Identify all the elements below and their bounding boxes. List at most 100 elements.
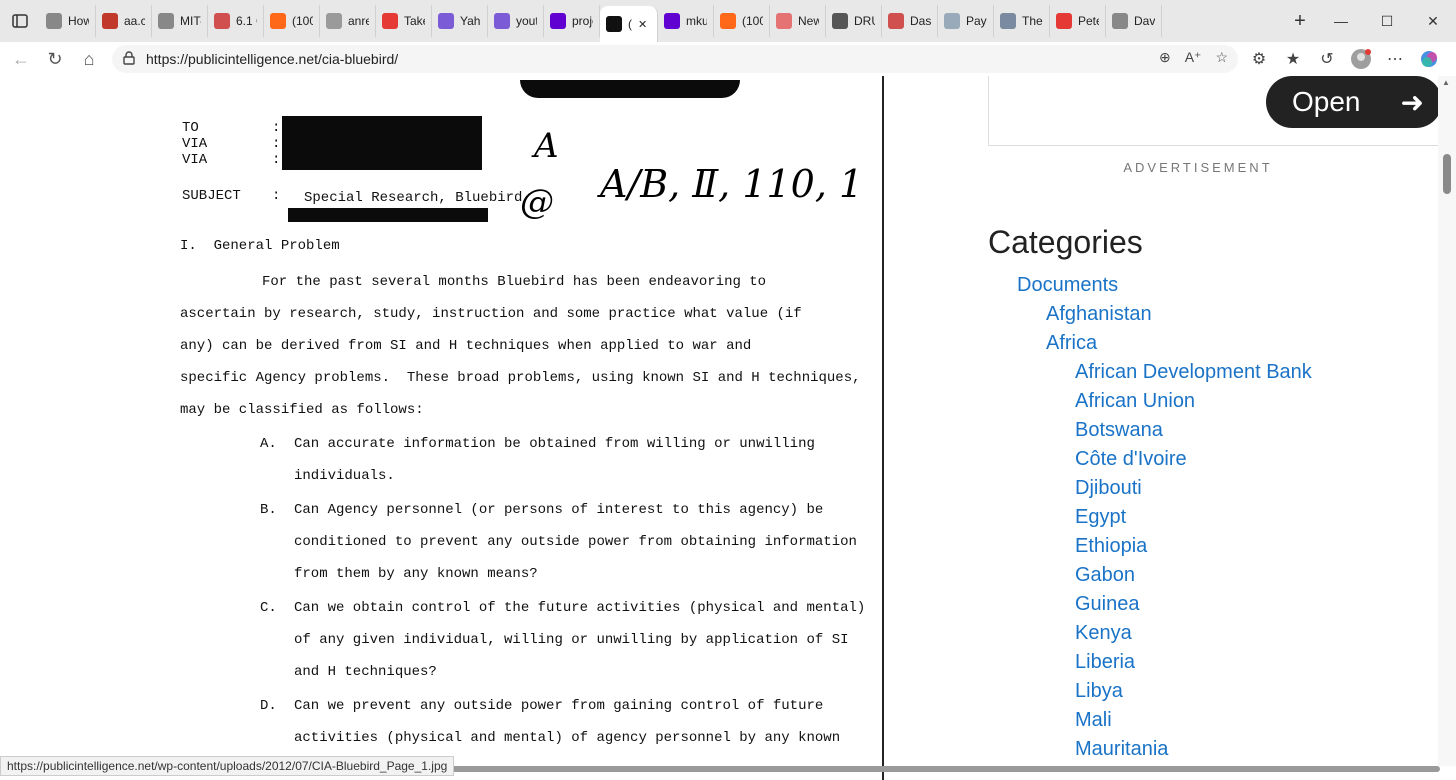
arrow-right-icon: ➜: [1400, 86, 1424, 118]
extensions-icon[interactable]: ⚙: [1246, 44, 1272, 74]
redaction-subject: [288, 208, 488, 222]
tab-5[interactable]: anrec: [320, 5, 376, 37]
tab-label: Take: [404, 14, 425, 28]
category-link[interactable]: Mali: [1075, 709, 1112, 732]
item-line: and H techniques?: [294, 664, 437, 680]
tab-16[interactable]: Payin: [938, 5, 994, 37]
tab-1[interactable]: aa.co: [96, 5, 152, 37]
category-link[interactable]: African Union: [1075, 390, 1195, 413]
pen-icon: [102, 13, 118, 29]
tab-17[interactable]: The G: [994, 5, 1050, 37]
horizontal-scrollbar[interactable]: [440, 766, 1440, 772]
category-link[interactable]: Liberia: [1075, 651, 1135, 674]
drudge-icon: [832, 13, 848, 29]
sidebar: Open ➜ ADVERTISEMENT Categories Document…: [884, 76, 1456, 780]
tab-13[interactable]: News: [770, 5, 826, 37]
category-link[interactable]: Documents: [1017, 274, 1118, 297]
category-link[interactable]: Djibouti: [1075, 477, 1142, 500]
tab-9[interactable]: proje: [544, 5, 600, 37]
category-link[interactable]: Botswana: [1075, 419, 1163, 442]
tab-2[interactable]: MIT-/: [152, 5, 208, 37]
category-link[interactable]: Côte d'Ivoire: [1075, 448, 1187, 471]
refresh-button[interactable]: ↻: [38, 44, 72, 74]
browser-toolbar: ← ↻ ⌂ https://publicintelligence.net/cia…: [0, 42, 1456, 76]
redaction-addressee: [282, 116, 482, 170]
tab-18[interactable]: Peter: [1050, 5, 1106, 37]
category-link[interactable]: African Development Bank: [1075, 361, 1312, 384]
tab-strip: How aa.co MIT-/ 6.1 C (100) anrec Take Yahoo you…: [0, 0, 1456, 42]
tab-label: (100): [292, 14, 313, 28]
tab-label: Yahoo: [460, 14, 481, 28]
handwritten-reference: A/B, Ⅱ, 110, 1: [600, 162, 864, 206]
category-link[interactable]: Africa: [1046, 332, 1097, 355]
copilot-icon[interactable]: [1416, 44, 1442, 74]
tab-label: anrec: [348, 14, 369, 28]
item-letter: D.: [260, 698, 277, 714]
address-actions: ⊕ A⁺ ☆: [1159, 49, 1228, 66]
site-info-icon[interactable]: [122, 50, 136, 68]
ad-open-button[interactable]: Open ➜: [1266, 76, 1442, 128]
read-aloud-icon[interactable]: A⁺: [1185, 49, 1202, 66]
item-line: Can we obtain control of the future acti…: [294, 600, 866, 616]
tab-8[interactable]: youtu: [488, 5, 544, 37]
tab-label: Peter: [1078, 14, 1099, 28]
yahoo-icon: [438, 13, 454, 29]
tab-14[interactable]: DRUD: [826, 5, 882, 37]
vertical-scrollbar[interactable]: ▲: [1438, 76, 1456, 766]
history-icon[interactable]: ↺: [1314, 44, 1340, 74]
minimize-button[interactable]: —: [1318, 0, 1364, 42]
category-link[interactable]: Guinea: [1075, 593, 1140, 616]
tab-list: How aa.co MIT-/ 6.1 C (100) anrec Take Yahoo you…: [40, 0, 1282, 42]
tab-6[interactable]: Take: [376, 5, 432, 37]
category-link[interactable]: Kenya: [1075, 622, 1132, 645]
epsilon-icon: [1112, 13, 1128, 29]
scroll-up-icon[interactable]: ▲: [1442, 78, 1450, 87]
tab-15[interactable]: Dashl: [882, 5, 938, 37]
back-button[interactable]: ←: [4, 44, 38, 74]
tab-19[interactable]: David: [1106, 5, 1162, 37]
address-bar[interactable]: https://publicintelligence.net/cia-blueb…: [112, 45, 1238, 73]
museum-icon: [214, 13, 230, 29]
category-link[interactable]: Gabon: [1075, 564, 1135, 587]
globe-icon: [46, 13, 62, 29]
via-label: VIA: [182, 136, 208, 152]
close-window-button[interactable]: ✕: [1410, 0, 1456, 42]
category-link[interactable]: Egypt: [1075, 506, 1126, 529]
close-tab-icon[interactable]: ✕: [638, 18, 647, 31]
new-tab-button[interactable]: +: [1282, 5, 1318, 37]
section-heading: I. General Problem: [180, 238, 340, 254]
tab-11[interactable]: mkult: [658, 5, 714, 37]
more-menu-icon[interactable]: ⋯: [1382, 44, 1408, 74]
item-line: Can Agency personnel (or persons of inte…: [294, 502, 824, 518]
category-link[interactable]: Ethiopia: [1075, 535, 1147, 558]
handwritten-a: A: [534, 126, 559, 166]
tab-label: (: [628, 17, 632, 31]
category-link[interactable]: Afghanistan: [1046, 303, 1152, 326]
favorites-icon[interactable]: ★: [1280, 44, 1306, 74]
tab-7[interactable]: Yahoo: [432, 5, 488, 37]
yahoo-icon: [550, 13, 566, 29]
tab-label: Dashl: [910, 14, 931, 28]
tab-actions-button[interactable]: [0, 0, 40, 42]
tab-3[interactable]: 6.1 C: [208, 5, 264, 37]
colon-1: :: [272, 120, 281, 136]
profile-avatar[interactable]: [1348, 44, 1374, 74]
maximize-button[interactable]: ☐: [1364, 0, 1410, 42]
home-button[interactable]: ⌂: [72, 44, 106, 74]
document-image[interactable]: TO VIA VIA : : : A A/B, Ⅱ, 110, 1 @ SUBJ…: [0, 76, 884, 780]
item-letter: B.: [260, 502, 277, 518]
tab-label: 6.1 C: [236, 14, 257, 28]
globe-icon: [158, 13, 174, 29]
tab-12[interactable]: (100): [714, 5, 770, 37]
scrollbar-thumb[interactable]: [1443, 154, 1451, 194]
item-line: Can we prevent any outside power from ga…: [294, 698, 824, 714]
zoom-icon[interactable]: ⊕: [1159, 49, 1171, 66]
tab-10[interactable]: (✕: [600, 6, 658, 42]
tab-0[interactable]: How: [40, 5, 96, 37]
category-link[interactable]: Libya: [1075, 680, 1123, 703]
paragraph-line: any) can be derived from SI and H techni…: [180, 338, 752, 354]
category-link[interactable]: Mauritania: [1075, 738, 1168, 761]
favorite-star-icon[interactable]: ☆: [1215, 49, 1228, 66]
tab-4[interactable]: (100): [264, 5, 320, 37]
tab-label: David: [1134, 14, 1155, 28]
